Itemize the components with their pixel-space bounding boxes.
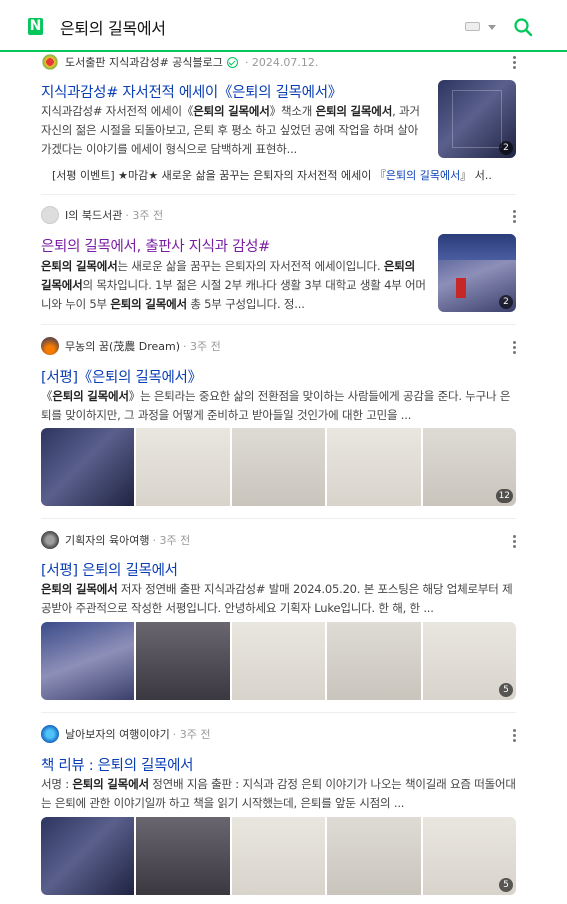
image-count-badge: 2: [499, 141, 513, 155]
gallery-image[interactable]: 5: [422, 622, 516, 700]
gallery-image[interactable]: 5: [422, 817, 516, 895]
post-source[interactable]: 기획자의 육아여행 · 3주 전: [41, 531, 191, 549]
blog-avatar: [41, 206, 59, 224]
more-options-icon[interactable]: [513, 729, 517, 742]
image-count-badge: 5: [499, 683, 514, 697]
post-description: 서명 : 은퇴의 길목에서 정연배 지음 출판 : 지식과 감정 은퇴 이야기가…: [41, 777, 516, 810]
image-count-badge: 5: [499, 878, 514, 892]
gallery-image[interactable]: [41, 428, 135, 506]
post-title[interactable]: [서평] 은퇴의 길목에서: [41, 559, 178, 580]
post-description: 《은퇴의 길목에서》는 은퇴라는 중요한 삶의 전환점을 맞이하는 사람들에게 …: [41, 389, 511, 422]
blog-avatar: [41, 53, 59, 71]
gallery-image[interactable]: [136, 817, 230, 895]
naver-logo[interactable]: N: [28, 18, 43, 35]
image-gallery[interactable]: 12: [41, 428, 516, 506]
more-options-icon[interactable]: [513, 535, 517, 548]
search-header: N 은퇴의 길목에서: [0, 0, 567, 52]
blog-avatar: [41, 531, 59, 549]
post-source[interactable]: 무농의 꿈(茂農 Dream) · 3주 전: [41, 337, 221, 355]
gallery-image[interactable]: [327, 817, 421, 895]
gallery-image[interactable]: [136, 428, 230, 506]
gallery-image[interactable]: [41, 817, 135, 895]
post-date: · 3주 전: [152, 534, 191, 547]
gallery-image[interactable]: [327, 428, 421, 506]
post-description: 은퇴의 길목에서 저자 정연배 출판 지식과감성# 발매 2024.05.20.…: [41, 582, 513, 615]
divider: [41, 194, 516, 195]
post-source[interactable]: 도서출판 지식과감성# 공식블로그 · 2024.07.12.: [41, 53, 319, 71]
divider: [41, 518, 516, 519]
post-date: · 3주 전: [125, 209, 164, 222]
post-thumbnail[interactable]: 2: [438, 234, 516, 312]
post-title[interactable]: 지식과감성# 자서전적 에세이《은퇴의 길목에서》: [41, 81, 342, 102]
blog-name[interactable]: I의 북드서관: [65, 207, 122, 223]
blog-name[interactable]: 날아보자의 여행이야기: [65, 726, 170, 742]
post-title[interactable]: 책 리뷰 : 은퇴의 길목에서: [41, 754, 194, 775]
image-count-badge: 12: [495, 489, 514, 503]
gallery-image[interactable]: [231, 428, 326, 506]
gallery-image[interactable]: [327, 622, 421, 700]
post-date: · 2024.07.12.: [244, 55, 319, 69]
related-post-link[interactable]: [서평 이벤트] ★마감★ 새로운 삶을 꿈꾸는 은퇴자의 자서전적 에세이 『…: [52, 167, 492, 183]
more-options-icon[interactable]: [513, 56, 517, 69]
gallery-image[interactable]: [41, 622, 135, 700]
search-icon[interactable]: [513, 17, 533, 37]
blog-avatar: [41, 725, 59, 743]
gallery-image[interactable]: [231, 622, 326, 700]
more-options-icon[interactable]: [513, 210, 517, 223]
post-thumbnail[interactable]: 2: [438, 80, 516, 158]
post-title[interactable]: 은퇴의 길목에서, 출판사 지식과 감성#: [41, 235, 270, 256]
blog-avatar: [41, 337, 59, 355]
image-count-badge: 2: [499, 295, 513, 309]
search-query[interactable]: 은퇴의 길목에서: [60, 15, 166, 39]
chevron-down-icon[interactable]: [488, 25, 496, 30]
verified-icon: [226, 56, 238, 68]
post-source[interactable]: 날아보자의 여행이야기 · 3주 전: [41, 725, 211, 743]
gallery-image[interactable]: [231, 817, 326, 895]
keyboard-icon[interactable]: [465, 22, 480, 31]
blog-name[interactable]: 기획자의 육아여행: [65, 532, 149, 548]
post-date: · 3주 전: [183, 340, 221, 353]
image-gallery[interactable]: 5: [41, 817, 516, 895]
post-description: 은퇴의 길목에서는 새로운 삶을 꿈꾸는 은퇴자의 자서전적 에세이입니다. 은…: [41, 259, 426, 311]
post-description: 지식과감성# 자서전적 에세이《은퇴의 길목에서》책소개 은퇴의 길목에서, 과…: [41, 104, 420, 156]
image-gallery[interactable]: 5: [41, 622, 516, 700]
post-source[interactable]: I의 북드서관 · 3주 전: [41, 206, 164, 224]
divider: [41, 712, 516, 713]
gallery-image[interactable]: 12: [422, 428, 516, 506]
more-options-icon[interactable]: [513, 341, 517, 354]
divider: [41, 324, 516, 325]
blog-name[interactable]: 무농의 꿈(茂農 Dream): [65, 338, 180, 354]
blog-name[interactable]: 도서출판 지식과감성# 공식블로그: [65, 54, 223, 70]
gallery-image[interactable]: [136, 622, 230, 700]
post-date: · 3주 전: [172, 728, 211, 741]
post-title[interactable]: [서평]《은퇴의 길목에서》: [41, 366, 202, 387]
